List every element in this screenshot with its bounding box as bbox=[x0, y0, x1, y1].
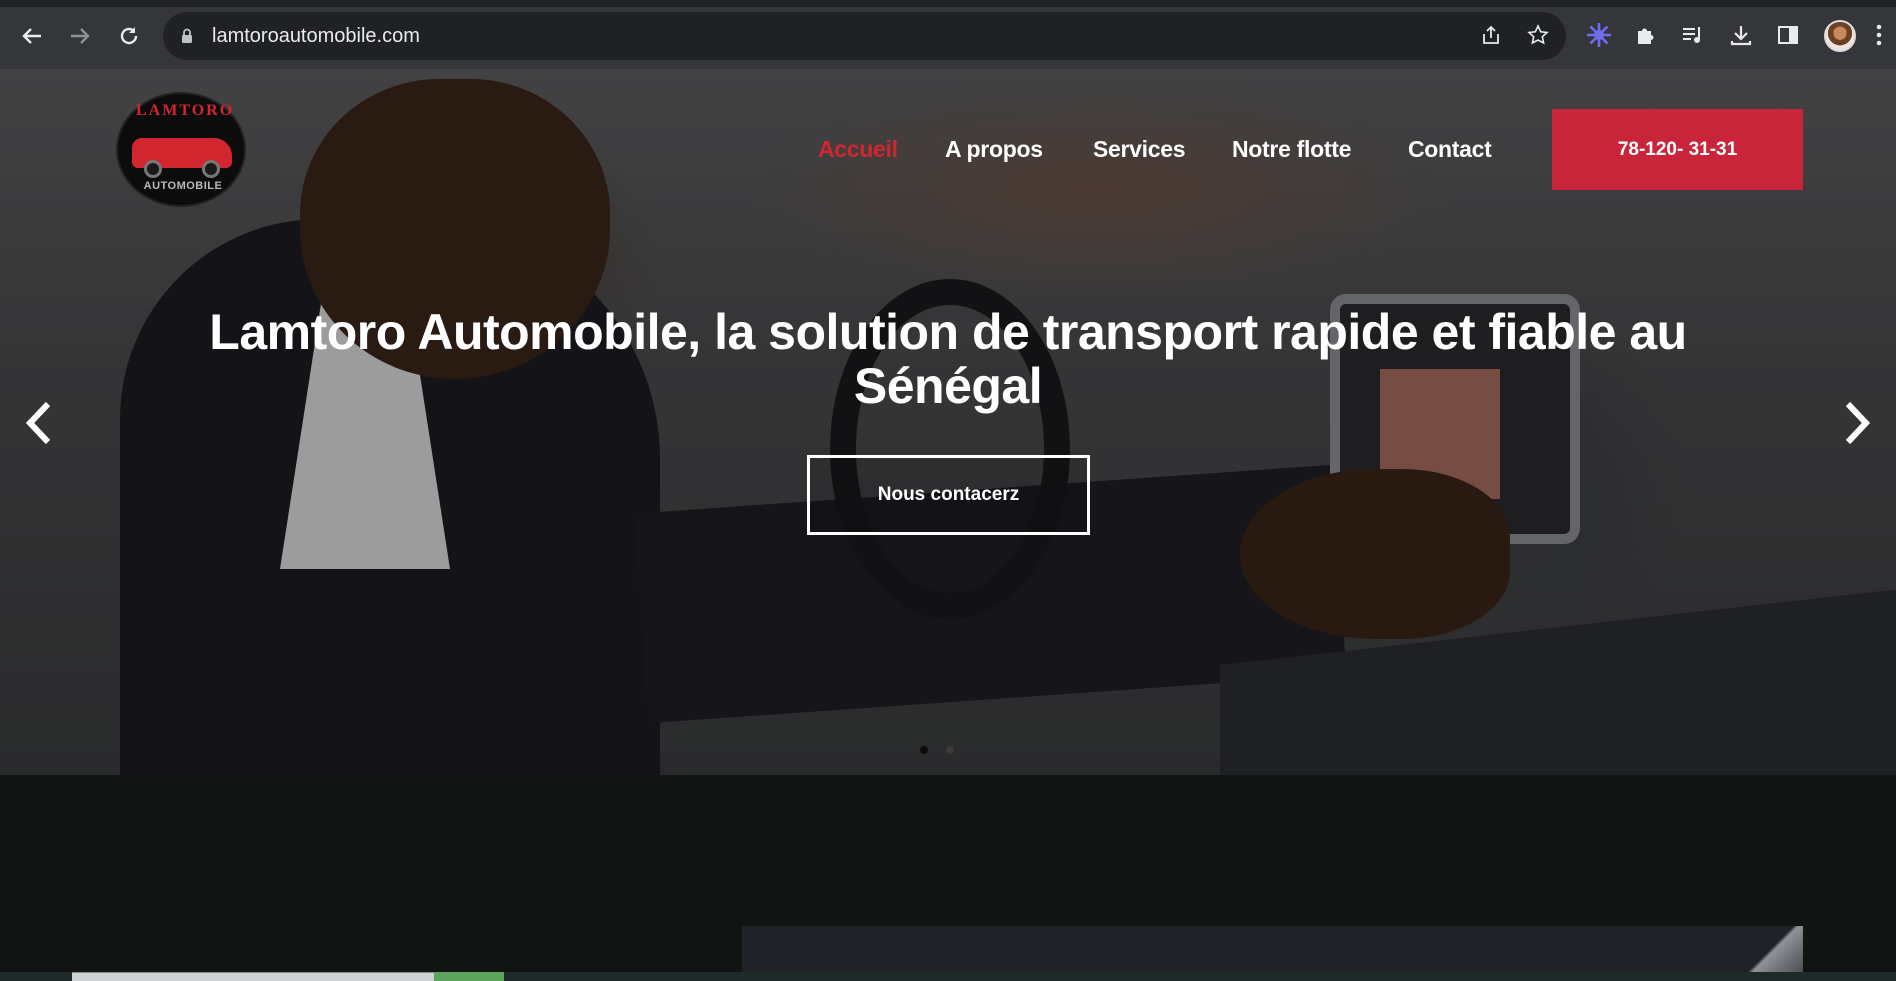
kebab-menu-icon[interactable] bbox=[1869, 20, 1889, 50]
tab-strip bbox=[0, 0, 1896, 7]
avatar[interactable] bbox=[1824, 20, 1856, 52]
nav-link-contact[interactable]: Contact bbox=[1408, 136, 1492, 163]
contact-cta-button[interactable]: Nous contacerz bbox=[807, 455, 1090, 535]
slider-prev-arrow-icon[interactable] bbox=[18, 395, 58, 451]
lock-icon[interactable] bbox=[181, 28, 193, 44]
nav-link-accueil[interactable]: Accueil bbox=[818, 136, 898, 163]
download-icon[interactable] bbox=[1726, 20, 1756, 50]
slider-next-arrow-icon[interactable] bbox=[1838, 395, 1878, 451]
logo-wheel-icon bbox=[202, 160, 220, 178]
url-text[interactable]: lamtoroautomobile.com bbox=[212, 24, 420, 48]
media-queue-icon[interactable] bbox=[1678, 20, 1708, 50]
nav-link-notre-flotte[interactable]: Notre flotte bbox=[1232, 136, 1351, 163]
bookmark-star-icon[interactable] bbox=[1525, 22, 1551, 48]
site-logo[interactable]: LAMTORO AUTOMOBILE bbox=[116, 92, 246, 207]
puzzle-icon[interactable] bbox=[1631, 20, 1661, 50]
reload-icon[interactable] bbox=[113, 20, 145, 52]
forward-arrow-icon[interactable] bbox=[64, 20, 96, 52]
logo-wheel-icon bbox=[144, 160, 162, 178]
extension-flower-icon[interactable] bbox=[1584, 20, 1614, 50]
share-icon[interactable] bbox=[1478, 22, 1504, 48]
back-arrow-icon[interactable] bbox=[16, 20, 48, 52]
nav-link-a-propos[interactable]: A propos bbox=[945, 136, 1043, 163]
panel-image-corner bbox=[1748, 926, 1803, 972]
phone-button[interactable]: 78-120- 31-31 bbox=[1552, 109, 1803, 190]
thumbnail-foliage bbox=[434, 972, 504, 981]
side-panel-icon[interactable] bbox=[1773, 20, 1803, 50]
logo-text-top: LAMTORO bbox=[136, 102, 235, 119]
hero-headline: Lamtoro Automobile, la solution de trans… bbox=[209, 304, 1687, 414]
slider-dot-2[interactable] bbox=[946, 746, 954, 754]
slider-dot-1[interactable] bbox=[920, 746, 928, 754]
nav-link-services[interactable]: Services bbox=[1093, 136, 1186, 163]
logo-text-bottom: AUTOMOBILE bbox=[143, 180, 223, 192]
